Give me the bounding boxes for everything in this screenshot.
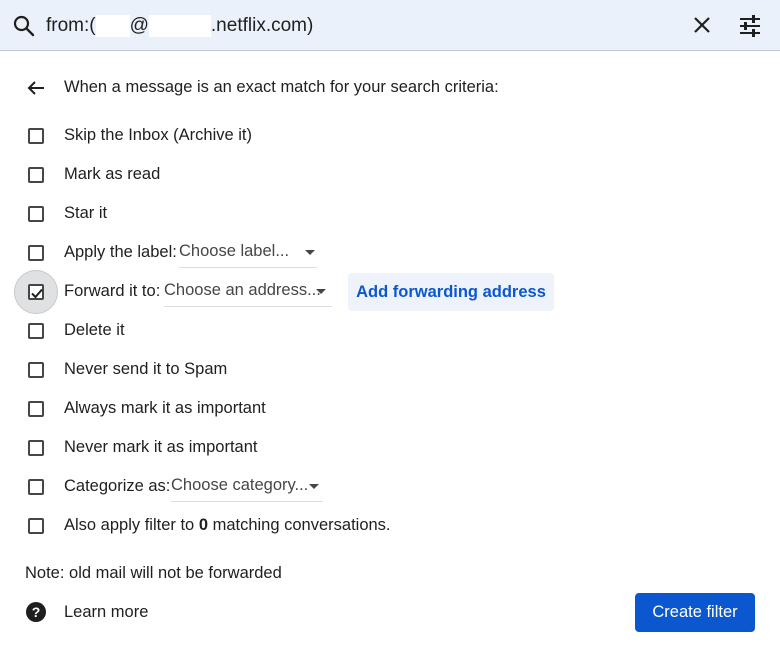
learn-more-link[interactable]: Learn more — [64, 603, 148, 622]
forward-address-select-value: Choose an address... — [164, 281, 321, 299]
option-mark-as-read: Mark as read — [0, 155, 780, 194]
search-icon[interactable] — [12, 14, 36, 38]
forwarding-note: Note: old mail will not be forwarded — [25, 564, 282, 582]
option-apply-label: Apply the label: Choose label... — [0, 233, 780, 272]
arrow-back-icon[interactable] — [24, 76, 48, 100]
search-query-at: @ — [129, 15, 149, 36]
delete-it-checkbox[interactable] — [28, 323, 44, 339]
apply-to-matching-checkbox[interactable] — [28, 518, 44, 534]
tune-icon[interactable] — [737, 13, 763, 39]
category-select[interactable]: Choose category... — [171, 476, 323, 502]
skip-inbox-checkbox[interactable] — [28, 128, 44, 144]
option-label: Categorize as: — [64, 477, 171, 495]
option-label: Forward it to: — [64, 282, 161, 300]
dropdown-arrow-icon — [305, 250, 315, 255]
dropdown-arrow-icon — [309, 484, 319, 489]
mark-as-read-checkbox[interactable] — [28, 167, 44, 183]
apply-label-after: matching conversations. — [208, 516, 391, 534]
matching-count: 0 — [198, 516, 208, 534]
option-label: Skip the Inbox (Archive it) — [64, 126, 252, 144]
option-label: Apply the label: — [64, 243, 177, 261]
option-skip-inbox: Skip the Inbox (Archive it) — [0, 116, 780, 155]
star-it-checkbox[interactable] — [28, 206, 44, 222]
checkmark-icon — [31, 288, 43, 299]
option-label: Mark as read — [64, 165, 161, 183]
option-label: Star it — [64, 204, 108, 222]
search-bar[interactable]: from:( @ .netflix.com) — [0, 0, 780, 51]
option-label: Never mark it as important — [64, 438, 258, 456]
close-icon[interactable] — [690, 13, 714, 37]
redacted-text — [148, 15, 211, 37]
add-forwarding-address-button[interactable]: Add forwarding address — [348, 273, 554, 311]
never-spam-checkbox[interactable] — [28, 362, 44, 378]
label-select-value: Choose label... — [179, 242, 290, 260]
option-label: Never send it to Spam — [64, 360, 228, 378]
categorize-checkbox[interactable] — [28, 479, 44, 495]
apply-label-before: Also apply filter to — [64, 516, 199, 534]
search-query-suffix: .netflix.com) — [210, 15, 314, 36]
filter-actions-heading: When a message is an exact match for you… — [64, 78, 499, 96]
always-important-checkbox[interactable] — [28, 401, 44, 417]
option-star-it: Star it — [0, 194, 780, 233]
search-query-prefix: from:( — [46, 15, 96, 36]
option-never-important: Never mark it as important — [0, 428, 780, 467]
create-filter-button[interactable]: Create filter — [635, 593, 755, 632]
option-label: Always mark it as important — [64, 399, 266, 417]
option-label: Delete it — [64, 321, 125, 339]
category-select-value: Choose category... — [171, 476, 309, 494]
forward-address-select[interactable]: Choose an address... — [164, 281, 332, 307]
help-icon[interactable]: ? — [25, 601, 47, 623]
option-never-spam: Never send it to Spam — [0, 350, 780, 389]
svg-text:?: ? — [32, 604, 41, 620]
option-always-important: Always mark it as important — [0, 389, 780, 428]
dropdown-arrow-icon — [316, 289, 326, 294]
search-input[interactable]: from:( @ .netflix.com) — [46, 14, 313, 38]
forward-it-checkbox[interactable] — [28, 284, 44, 300]
option-apply-to-matching: Also apply filter to 0 matching conversa… — [0, 506, 780, 545]
redacted-text — [95, 15, 130, 37]
option-label: Also apply filter to 0 matching conversa… — [64, 516, 391, 535]
never-important-checkbox[interactable] — [28, 440, 44, 456]
option-categorize: Categorize as: Choose category... — [0, 467, 780, 506]
option-delete-it: Delete it — [0, 311, 780, 350]
apply-label-checkbox[interactable] — [28, 245, 44, 261]
label-select[interactable]: Choose label... — [179, 242, 317, 268]
